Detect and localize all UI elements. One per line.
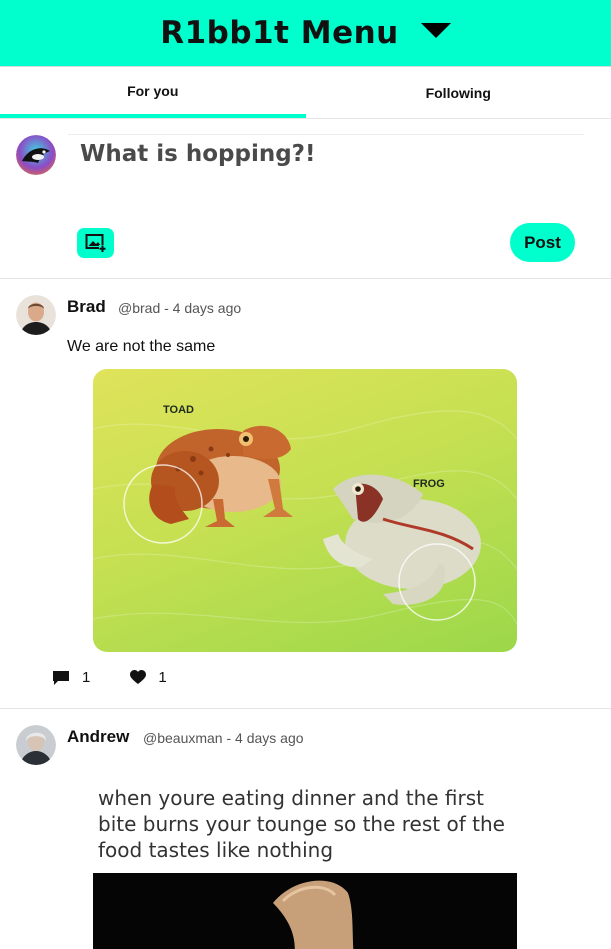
caret-down-icon[interactable] (420, 22, 451, 38)
post-meta: @beauxman - 4 days ago (143, 730, 304, 746)
input-divider (68, 134, 584, 135)
avatar[interactable] (16, 725, 56, 765)
author-name[interactable]: Brad (67, 297, 106, 317)
heart-icon (130, 670, 147, 684)
comment-button[interactable]: 1 (52, 669, 90, 686)
comment-icon (53, 670, 69, 685)
user-avatar[interactable] (16, 135, 56, 175)
feed-post: Andrew @beauxman - 4 days ago when youre… (0, 709, 611, 949)
like-button[interactable]: 1 (130, 669, 167, 686)
post-text: We are not the same (67, 338, 216, 355)
avatar[interactable] (16, 295, 56, 335)
post-meta: @brad - 4 days ago (118, 300, 242, 316)
add-image-icon (85, 234, 106, 252)
frog-illustration (323, 474, 481, 621)
post-button[interactable]: Post (510, 223, 575, 262)
meme-caption: when youre eating dinner and the first b… (98, 786, 505, 862)
post-input[interactable]: What is hopping?! (80, 141, 316, 167)
author-name[interactable]: Andrew (67, 727, 129, 747)
tab-for-you[interactable]: For you (0, 67, 306, 118)
top-bar: R1bb1t Menu (0, 0, 611, 67)
tab-following[interactable]: Following (306, 67, 611, 118)
post-image[interactable]: TOAD FROG (93, 369, 517, 652)
like-count: 1 (158, 669, 167, 686)
feed-post: Brad @brad - 4 days ago We are not the s… (0, 279, 611, 709)
app-title: R1bb1t Menu (160, 15, 399, 51)
comment-count: 1 (82, 669, 91, 686)
frog-label: FROG (413, 478, 445, 490)
post-actions: 1 1 (52, 669, 167, 686)
post-composer: What is hopping?! Post (0, 119, 611, 279)
add-media-button[interactable] (77, 228, 114, 258)
toad-label: TOAD (163, 404, 194, 416)
post-image[interactable] (93, 873, 517, 949)
feed-tabs: For you Following (0, 67, 611, 119)
